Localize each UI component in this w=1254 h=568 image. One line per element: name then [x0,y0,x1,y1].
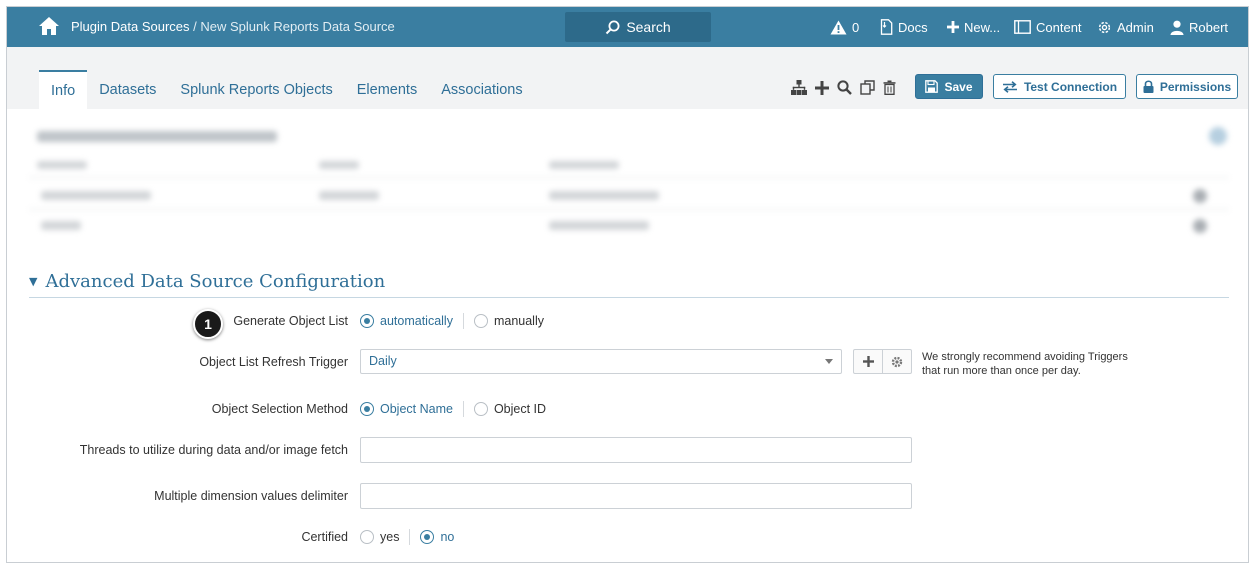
content-link[interactable]: Content [1014,7,1082,47]
user-name: Robert [1189,19,1229,35]
plus-icon [947,21,959,33]
permissions-button[interactable]: Permissions [1136,74,1238,99]
refresh-trigger-select[interactable]: Daily [360,349,842,374]
content-label: Content [1036,19,1082,35]
folder-icon [1014,20,1031,34]
tab-datasets[interactable]: Datasets [87,70,168,109]
top-navigation-bar: Plugin Data Sources / New Splunk Reports… [7,7,1248,47]
selection-method-label: Object Selection Method [211,402,348,416]
alerts-button[interactable]: 0 [830,7,859,47]
tab-info[interactable]: Info [39,70,88,109]
save-label: Save [944,79,973,94]
search-icon [606,20,620,34]
plus-icon [862,356,874,367]
add-icon[interactable] [815,80,829,95]
radio-selected-icon [420,530,435,544]
trash-icon[interactable] [883,80,896,95]
section-divider [29,297,1229,298]
app-window: Plugin Data Sources / New Splunk Reports… [6,6,1249,563]
delimiter-label: Multiple dimension values delimiter [154,489,348,503]
global-search-button[interactable]: Search [565,12,711,42]
threads-input[interactable] [360,437,912,463]
copy-icon[interactable] [860,80,875,95]
caret-down-icon: ▼ [29,275,38,288]
radio-no-label: no [440,530,455,544]
tab-elements[interactable]: Elements [345,70,429,109]
docs-link[interactable]: Docs [880,7,928,47]
admin-label: Admin [1117,19,1154,35]
warning-icon [830,20,847,34]
blurred-parameters-table [29,119,1229,239]
radio-object-name[interactable]: Object Name [360,402,453,416]
breadcrumb-root-link[interactable]: Plugin Data Sources [71,19,190,34]
radio-manually-label: manually [493,314,544,328]
new-menu[interactable]: New... [947,7,1000,47]
trigger-hint: We strongly recommend avoiding Triggers … [922,350,1128,378]
refresh-trigger-value: Daily [369,354,397,368]
swap-icon [1002,80,1017,93]
radio-object-id[interactable]: Object ID [473,402,547,416]
lock-icon [1143,80,1154,93]
breadcrumb: Plugin Data Sources / New Splunk Reports… [71,19,395,34]
gear-icon [1098,21,1111,33]
breadcrumb-current: New Splunk Reports Data Source [200,19,395,34]
toolbar-icons [791,80,896,95]
radio-separator [409,529,411,545]
step-callout-badge: 1 [193,309,223,339]
radio-unselected-icon [360,530,374,544]
breadcrumb-separator: / [193,19,197,34]
radio-selected-icon [360,402,374,416]
trigger-hint-line2: that run more than once per day. [922,365,1081,377]
radio-unselected-icon [473,402,488,416]
radio-yes-label: yes [380,530,400,544]
radio-separator [462,313,464,329]
user-icon [1170,20,1184,35]
test-connection-button[interactable]: Test Connection [993,74,1126,99]
docs-label: Docs [898,19,928,35]
magnifier-icon[interactable] [837,80,852,95]
hierarchy-icon[interactable] [791,80,807,95]
test-connection-label: Test Connection [1023,79,1118,94]
docs-icon [880,19,893,35]
delimiter-input[interactable] [360,483,912,509]
certified-radio-group: yes no [360,529,454,545]
section-toggle-advanced-config[interactable]: ▼ Advanced Data Source Configuration [29,271,385,292]
tab-associations[interactable]: Associations [429,70,534,109]
section-title: Advanced Data Source Configuration [45,271,386,292]
gear-icon [891,356,903,367]
user-menu[interactable]: Robert [1170,7,1228,47]
radio-manually[interactable]: manually [473,314,544,328]
alerts-count: 0 [852,19,860,35]
admin-link[interactable]: Admin [1097,7,1154,47]
tab-bar: Info Datasets Splunk Reports Objects Ele… [7,47,1248,109]
radio-automatically[interactable]: automatically [360,314,453,328]
radio-selected-icon [360,314,374,328]
certified-label: Certified [301,530,348,544]
trigger-hint-line1: We strongly recommend avoiding Triggers [922,351,1128,363]
dropdown-arrow-icon [825,359,833,364]
save-button[interactable]: Save [915,74,983,99]
tab-list: Info Datasets Splunk Reports Objects Ele… [39,70,535,109]
radio-automatically-label: automatically [380,314,453,328]
radio-object-id-label: Object ID [493,402,547,416]
add-trigger-button[interactable] [854,350,882,373]
generate-object-list-label: Generate Object List [233,314,348,328]
save-icon [925,80,939,93]
selection-method-radio-group: Object Name Object ID [360,401,546,417]
radio-yes[interactable]: yes [360,530,399,544]
radio-object-name-label: Object Name [380,402,453,416]
tab-splunk-reports-objects[interactable]: Splunk Reports Objects [168,70,344,109]
generate-object-list-radio-group: automatically manually [360,313,544,329]
home-icon[interactable] [38,16,60,36]
threads-label: Threads to utilize during data and/or im… [79,443,348,457]
trigger-actions [853,349,912,374]
radio-no[interactable]: no [420,530,454,544]
radio-separator [462,401,464,417]
search-label: Search [626,19,671,35]
permissions-label: Permissions [1159,79,1232,94]
trigger-settings-button[interactable] [882,350,911,373]
radio-unselected-icon [473,314,488,328]
refresh-trigger-label: Object List Refresh Trigger [199,355,348,369]
new-label: New... [964,19,1001,35]
